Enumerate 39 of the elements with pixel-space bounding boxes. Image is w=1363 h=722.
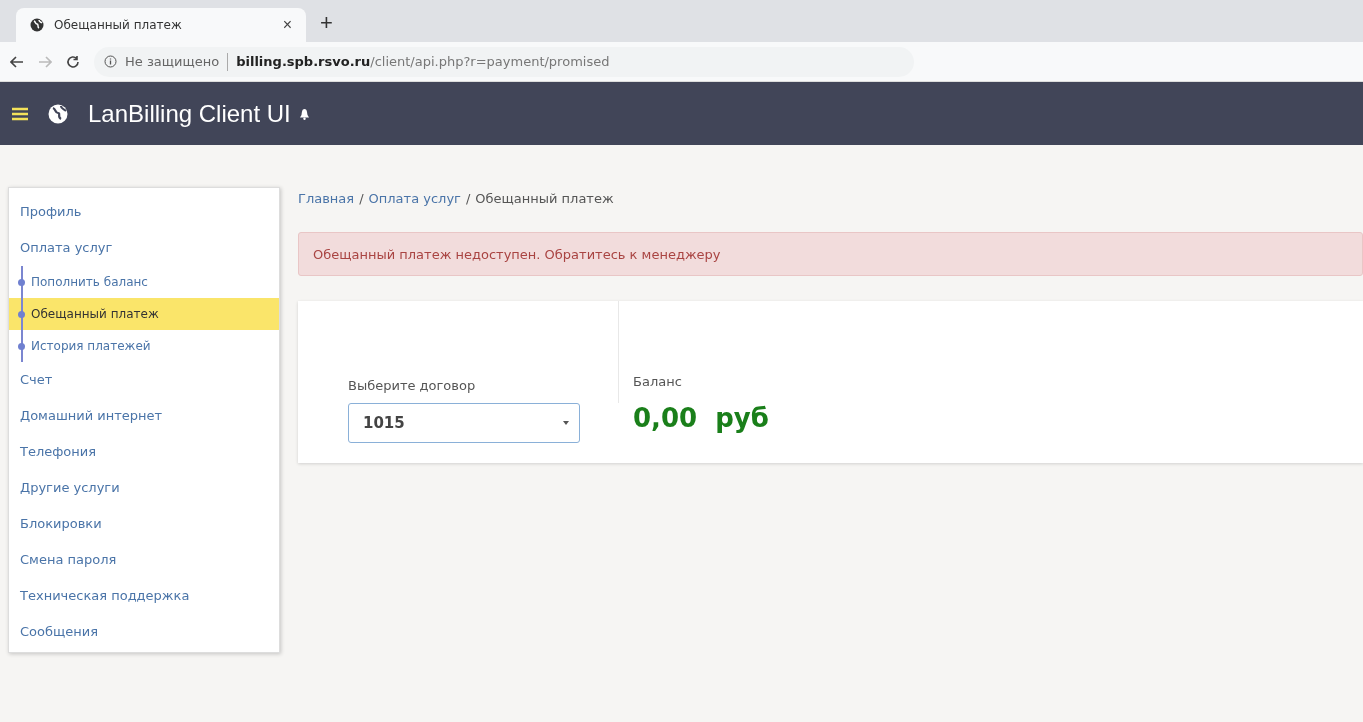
menu-icon[interactable] [12, 106, 28, 121]
contract-select[interactable]: 1015 [348, 403, 580, 443]
sidebar-item[interactable]: Сообщения [9, 614, 279, 650]
sidebar-item[interactable]: Телефония [9, 434, 279, 470]
sidebar-item[interactable]: Блокировки [9, 506, 279, 542]
url-text: billing.spb.rsvo.ru/client/api.php?r=payment/promised [236, 54, 610, 69]
sidebar-item[interactable]: Другие услуги [9, 470, 279, 506]
security-label: Не защищено [125, 54, 220, 69]
balance-label: Баланс [633, 374, 683, 389]
back-arrow-icon[interactable] [10, 55, 24, 68]
balance-amount: 0,00 руб [633, 403, 769, 433]
error-alert: Обещанный платеж недоступен. Обратитесь к менеджеру [298, 232, 1363, 276]
breadcrumb-current: Обещанный платеж [475, 191, 614, 208]
address-bar[interactable]: Не защищено billing.spb.rsvo.ru/client/api.php?r=payment/promised [94, 46, 914, 77]
tab-title: Обещанный платеж [54, 18, 183, 32]
app-title: LanBilling Client UI [88, 99, 291, 128]
sidebar-item[interactable]: Счет [9, 362, 279, 398]
reload-icon[interactable] [66, 54, 80, 69]
sidebar-item[interactable]: Смена пароля [9, 542, 279, 578]
globe-icon [48, 103, 68, 124]
breadcrumb-separator: / [359, 191, 364, 208]
sidebar-subitem[interactable]: История платежей [9, 330, 279, 362]
breadcrumb-link[interactable]: Оплата услуг [368, 191, 461, 211]
breadcrumb-link[interactable]: Главная [298, 191, 355, 211]
sidebar-item[interactable]: Домашний интернет [9, 398, 279, 434]
close-tab-button[interactable]: × [282, 16, 292, 34]
sidebar-item[interactable]: Оплата услуг [9, 230, 279, 266]
globe-icon [30, 18, 44, 32]
contract-label: Выберите договор [348, 378, 477, 393]
browser-tab[interactable]: Обещанный платеж × [16, 8, 306, 42]
sidebar-subitem[interactable]: Пополнить баланс [9, 266, 279, 298]
info-icon [104, 55, 117, 68]
breadcrumb-separator: / [465, 191, 471, 208]
sidebar-subitem[interactable]: Обещанный платеж [9, 298, 279, 330]
sidebar-item[interactable]: Профиль [9, 194, 279, 230]
caret-icon [563, 421, 569, 425]
new-tab-button[interactable]: + [320, 10, 333, 36]
sidebar-item[interactable]: Техническая поддержка [9, 578, 279, 614]
bell-icon[interactable] [298, 107, 310, 120]
